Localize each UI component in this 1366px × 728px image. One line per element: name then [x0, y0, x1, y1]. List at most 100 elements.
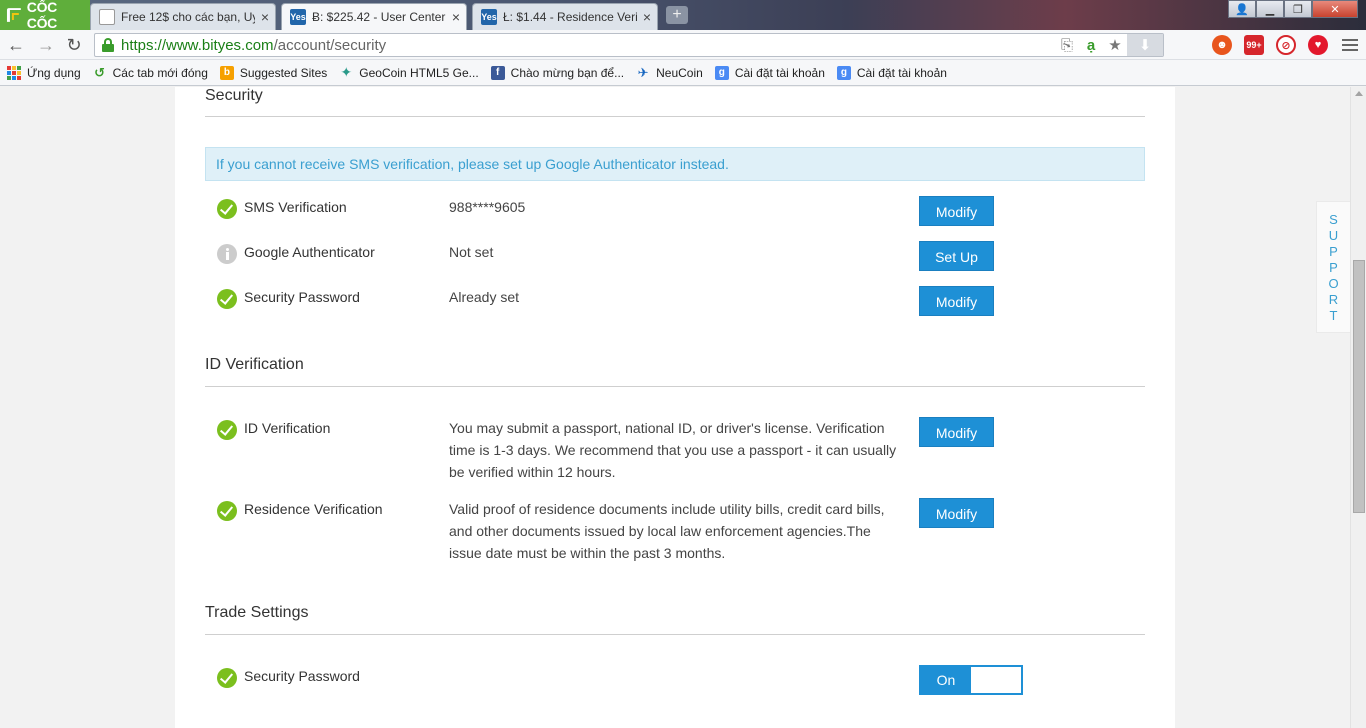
heart-extension-icon[interactable]: ♥	[1308, 35, 1328, 55]
bookmark-google-account-2[interactable]: g Cài đặt tài khoản	[836, 65, 947, 80]
apps-grid-icon	[7, 65, 21, 80]
coccoc-leaf-icon	[6, 8, 21, 22]
bookmark-label: Ứng dụng	[27, 65, 81, 80]
security-password-value: Already set	[449, 289, 520, 305]
tab-title: Ƀ: $225.42 - User Center -	[312, 10, 446, 24]
logo-text: CỐC CỐC	[26, 0, 58, 31]
scroll-up-arrow-icon[interactable]	[1355, 91, 1363, 96]
trade-security-password-toggle[interactable]: On	[919, 665, 1023, 695]
check-icon	[217, 420, 237, 440]
support-letter: P	[1329, 244, 1338, 259]
bookmark-label: GeoCoin HTML5 Ge...	[359, 65, 479, 80]
coccoc-logo[interactable]: CỐC CỐC	[0, 0, 90, 31]
facebook-icon: f	[490, 65, 505, 80]
account-security-panel: Security If you cannot receive SMS verif…	[175, 87, 1175, 728]
new-tab-button[interactable]: +	[666, 6, 688, 24]
residence-verification-modify-button[interactable]: Modify	[919, 498, 994, 528]
close-icon[interactable]: ×	[452, 9, 460, 25]
bookmark-label: Suggested Sites	[239, 65, 328, 80]
bookmark-recent-tabs[interactable]: ↺ Các tab mới đóng	[93, 64, 208, 80]
check-icon	[217, 289, 237, 309]
bityes-favicon-icon: Yes	[290, 9, 306, 25]
forward-arrow-icon[interactable]: →	[36, 35, 56, 55]
trade-settings-section-title: Trade Settings	[205, 604, 309, 621]
divider	[205, 634, 1145, 635]
page-scrollbar[interactable]	[1350, 87, 1366, 728]
omnibox-actions: ⎘ ạ ★ ⬇	[1055, 34, 1163, 56]
tab-residence-verification[interactable]: Yes Ł: $1.44 - Residence Verific ×	[472, 3, 658, 30]
support-letter: R	[1328, 292, 1339, 307]
sms-verification-label: SMS Verification	[244, 199, 347, 215]
extension-badge: 99+	[1246, 40, 1262, 50]
account-icon[interactable]: 👤	[1228, 0, 1256, 18]
close-icon[interactable]: ×	[643, 9, 651, 25]
window-controls: 👤 ▁ ❐ ✕	[1228, 0, 1358, 18]
bookmarks-bar: Ứng dụng ↺ Các tab mới đóng b Suggested …	[0, 60, 1366, 86]
tab-title: Ł: $1.44 - Residence Verific	[503, 10, 637, 24]
url-path: /account/security	[273, 36, 387, 54]
google-icon: g	[714, 65, 729, 80]
star-icon[interactable]: ★	[1103, 36, 1127, 54]
close-icon[interactable]: ×	[261, 9, 269, 25]
bityes-favicon-icon: Yes	[481, 9, 497, 25]
bookmark-apps[interactable]: Ứng dụng	[7, 65, 81, 80]
check-icon	[217, 668, 237, 688]
residence-verification-description: Valid proof of residence documents inclu…	[449, 501, 885, 561]
address-bar[interactable]: https://www.bityes.com /account/security…	[94, 33, 1164, 57]
minimize-icon[interactable]: ▁	[1256, 0, 1284, 18]
block-extension-icon[interactable]: ⊘	[1276, 35, 1296, 55]
reload-icon[interactable]: ↻	[64, 35, 84, 55]
toggle-on-label: On	[921, 667, 971, 693]
tab-user-center[interactable]: Yes Ƀ: $225.42 - User Center - ×	[281, 3, 467, 30]
security-section-title: Security	[205, 87, 263, 104]
id-verification-description: You may submit a passport, national ID, …	[449, 420, 897, 480]
translate-icon[interactable]: ⎘	[1055, 37, 1079, 54]
sms-modify-button[interactable]: Modify	[919, 196, 994, 226]
id-verification-section-title: ID Verification	[205, 356, 304, 373]
bing-icon: b	[219, 65, 234, 80]
browser-toolbar: ← → ↻ https://www.bityes.com /account/se…	[0, 30, 1366, 60]
bookmark-suggested-sites[interactable]: b Suggested Sites	[219, 65, 328, 80]
support-letter: P	[1329, 260, 1338, 275]
divider	[205, 386, 1145, 387]
bookmark-geocoin[interactable]: ✦ GeoCoin HTML5 Ge...	[339, 64, 479, 80]
fire-extension-icon[interactable]: ☻	[1212, 35, 1232, 55]
divider	[205, 116, 1145, 117]
bookmark-facebook[interactable]: f Chào mừng bạn để...	[490, 65, 625, 80]
support-letter: U	[1328, 228, 1339, 243]
bookmark-google-account-1[interactable]: g Cài đặt tài khoản	[714, 65, 825, 80]
support-letter: S	[1329, 212, 1338, 227]
security-password-modify-button[interactable]: Modify	[919, 286, 994, 316]
bookmark-label: Cài đặt tài khoản	[734, 65, 825, 80]
google-authenticator-value: Not set	[449, 244, 494, 260]
bookmark-label: Các tab mới đóng	[112, 65, 208, 80]
tab-strip: CỐC CỐC Free 12$ cho các bạn, Uy tí × Ye…	[0, 0, 1366, 31]
neucoin-icon: ✈	[637, 64, 649, 80]
download-icon[interactable]: ⬇	[1127, 34, 1163, 56]
google-icon: g	[836, 65, 851, 80]
history-icon: ↺	[94, 64, 106, 80]
bookmark-label: NeuCoin	[656, 65, 703, 80]
support-letter: T	[1329, 308, 1338, 323]
security-password-label: Security Password	[244, 289, 360, 305]
id-verification-modify-button[interactable]: Modify	[919, 417, 994, 447]
menu-icon[interactable]	[1342, 37, 1358, 53]
sms-verification-value: 988****9605	[449, 199, 526, 215]
vietnamese-input-icon[interactable]: ạ	[1079, 37, 1103, 54]
badge-extension-icon[interactable]: 99+	[1244, 35, 1264, 55]
google-authenticator-setup-button[interactable]: Set Up	[919, 241, 994, 271]
check-icon	[217, 199, 237, 219]
bookmark-neucoin[interactable]: ✈ NeuCoin	[636, 64, 703, 80]
tab-free-12[interactable]: Free 12$ cho các bạn, Uy tí ×	[90, 3, 276, 30]
support-tab[interactable]: S U P P O R T	[1316, 201, 1350, 333]
residence-verification-label: Residence Verification	[244, 501, 383, 517]
sms-notice: If you cannot receive SMS verification, …	[205, 147, 1145, 181]
scroll-thumb[interactable]	[1353, 260, 1365, 513]
lock-icon	[101, 38, 115, 52]
close-window-icon[interactable]: ✕	[1312, 0, 1358, 18]
maximize-icon[interactable]: ❐	[1284, 0, 1312, 18]
check-icon	[217, 501, 237, 521]
bookmark-label: Chào mừng bạn để...	[510, 65, 625, 80]
back-arrow-icon[interactable]: ←	[6, 35, 26, 55]
page-viewport: Security If you cannot receive SMS verif…	[0, 87, 1350, 728]
